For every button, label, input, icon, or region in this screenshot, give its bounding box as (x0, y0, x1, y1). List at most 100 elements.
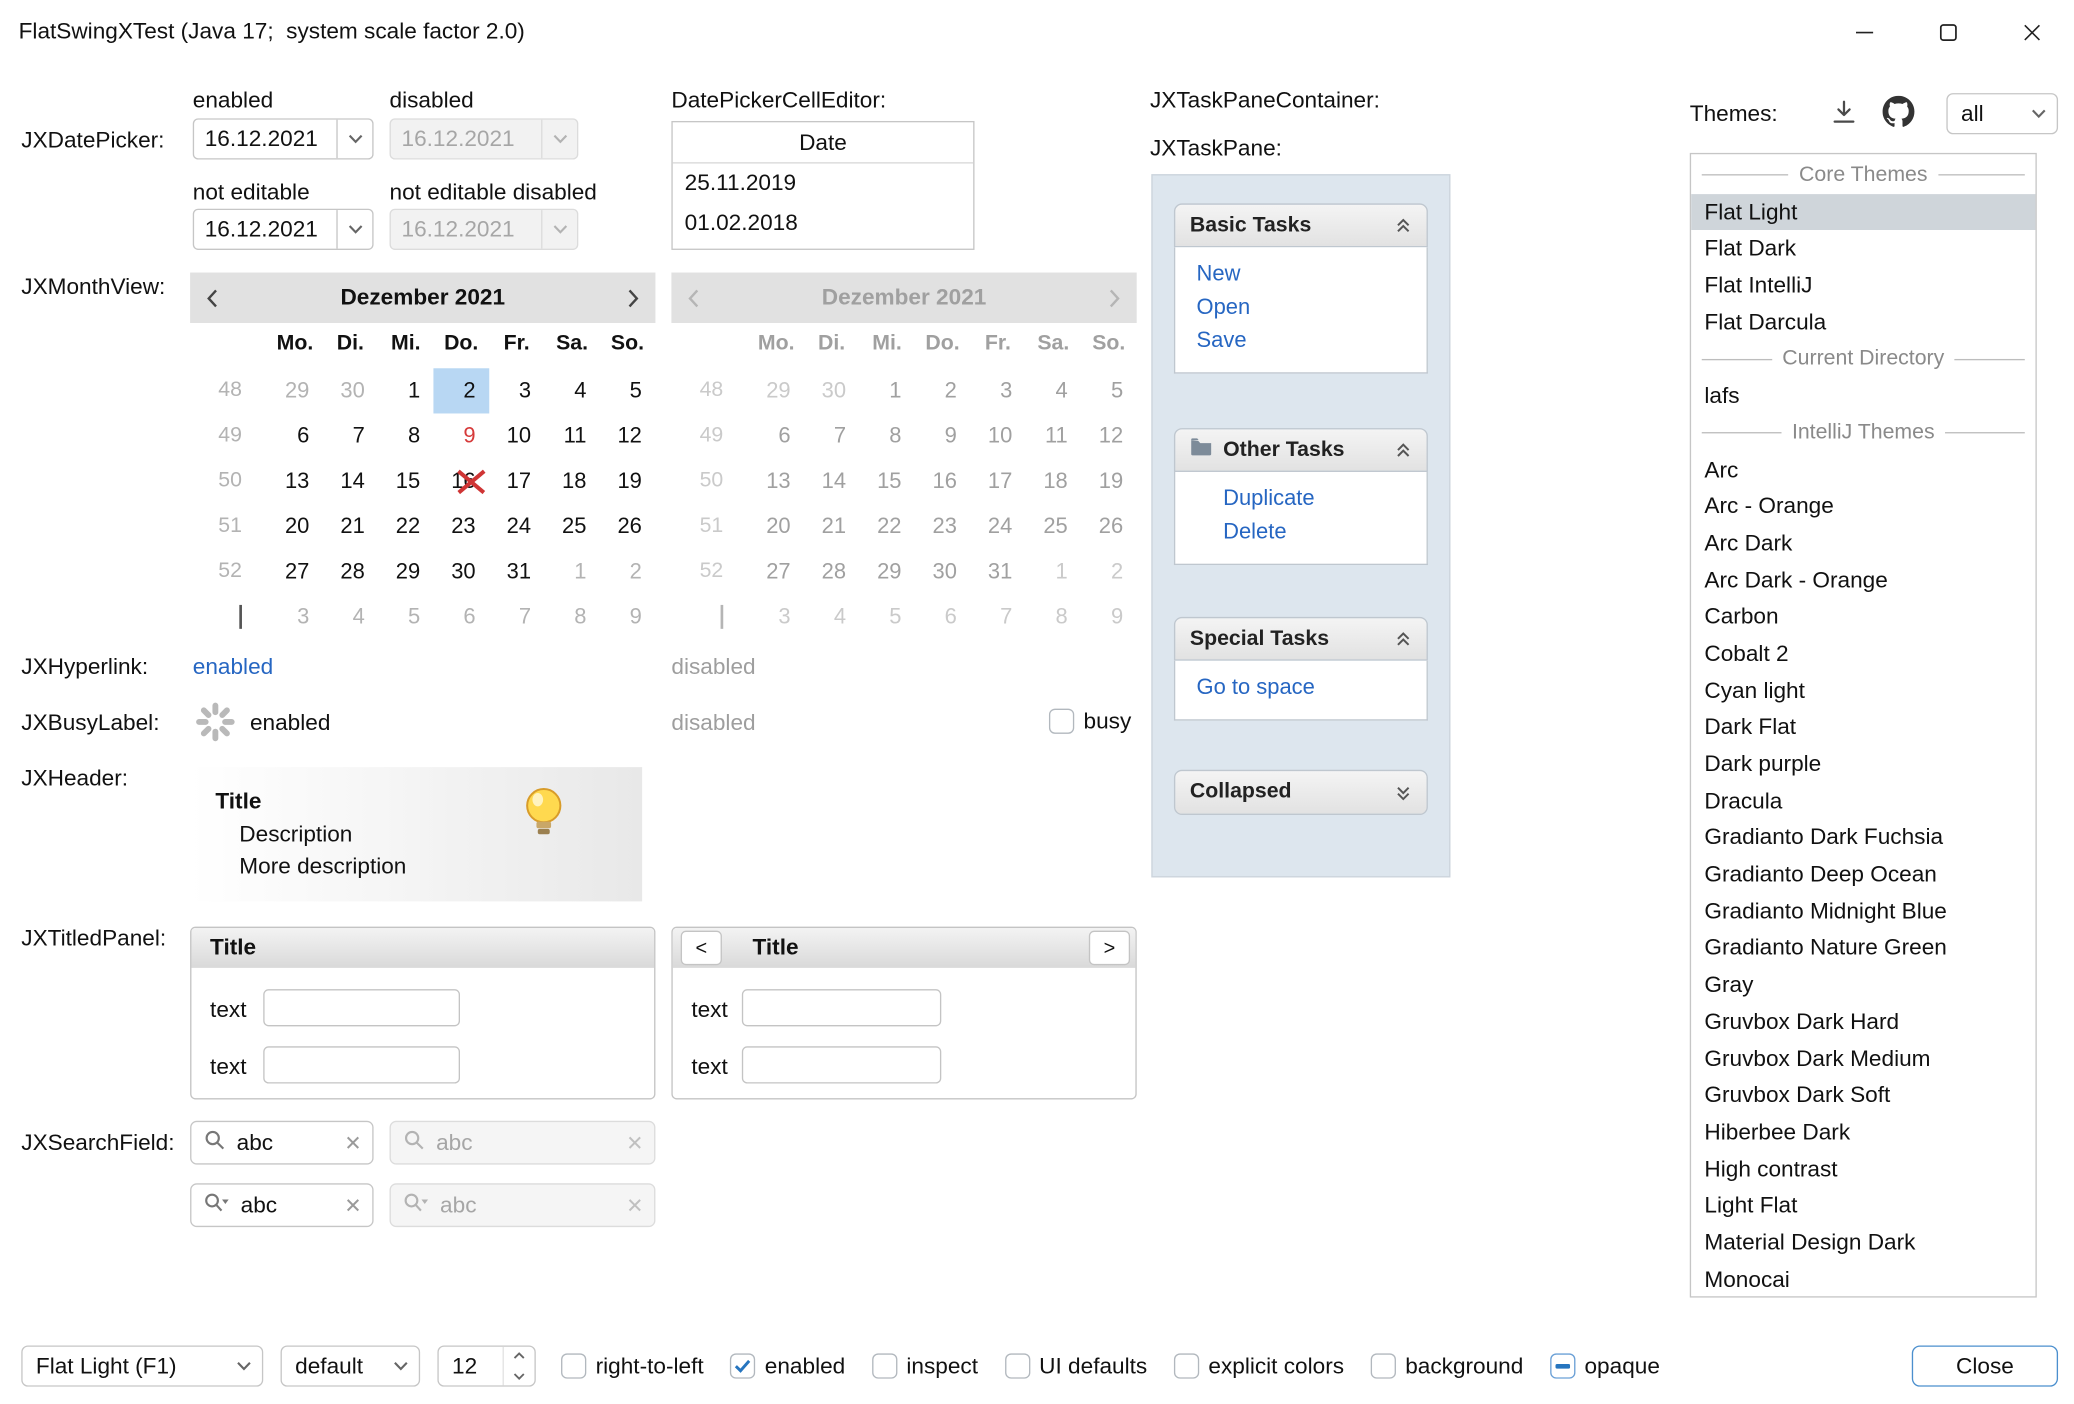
calendar-day[interactable]: 13 (267, 459, 322, 504)
calendar-day[interactable]: 26 (600, 504, 655, 549)
calendar-day[interactable]: 29 (378, 549, 433, 594)
chevron-left-icon[interactable] (206, 288, 218, 308)
theme-list-item[interactable]: Light Flat (1691, 1188, 2035, 1225)
font-size-spinner[interactable]: 12 (437, 1345, 535, 1386)
calendar-day[interactable]: 23 (433, 504, 488, 549)
theme-list-item[interactable]: Dracula (1691, 783, 2035, 820)
calendar-day[interactable]: 6 (267, 413, 322, 458)
theme-list-item[interactable]: Dark Flat (1691, 709, 2035, 746)
hyperlink-enabled[interactable]: enabled (193, 654, 273, 681)
search-field[interactable]: abc (190, 1121, 373, 1165)
theme-list-item[interactable]: Cobalt 2 (1691, 635, 2035, 672)
taskpane-link[interactable]: Duplicate (1175, 483, 1426, 516)
github-icon[interactable] (1883, 96, 1915, 128)
themes-filter-combo[interactable]: all (1946, 93, 2058, 134)
theme-list-item[interactable]: Flat IntelliJ (1691, 267, 2035, 304)
chevron-down-icon[interactable] (336, 210, 372, 249)
calendar-day[interactable]: 30 (323, 368, 378, 413)
calendar-day[interactable]: 22 (378, 504, 433, 549)
checkbox[interactable] (561, 1353, 586, 1378)
theme-list-item[interactable]: Dark purple (1691, 746, 2035, 783)
checkbox[interactable] (1174, 1353, 1199, 1378)
theme-list-item[interactable]: Arc - Orange (1691, 488, 2035, 525)
spinner-up-icon[interactable] (504, 1347, 535, 1366)
calendar-day[interactable]: 27 (267, 549, 322, 594)
checkbox[interactable] (730, 1353, 755, 1378)
minimize-icon[interactable] (1823, 0, 1907, 64)
calendar-day[interactable]: 3 (267, 594, 322, 639)
spinner-down-icon[interactable] (504, 1366, 535, 1385)
text-input[interactable] (263, 1046, 460, 1083)
theme-list-item[interactable]: Gruvbox Dark Soft (1691, 1077, 2035, 1114)
clear-icon[interactable] (346, 1129, 361, 1156)
datepicker-not-editable[interactable]: 16.12.2021 (193, 209, 374, 250)
theme-list-item[interactable]: Gray (1691, 967, 2035, 1004)
search-field-with-menu[interactable]: abc (190, 1183, 373, 1227)
calendar-day[interactable]: 1 (544, 549, 599, 594)
calendar-day[interactable]: 7 (489, 594, 544, 639)
theme-list-item[interactable]: Arc Dark (1691, 525, 2035, 562)
search-input[interactable]: abc (241, 1192, 335, 1219)
calendar-day[interactable]: 3 (489, 368, 544, 413)
checkbox[interactable] (1371, 1353, 1396, 1378)
calendar-day[interactable]: 12 (600, 413, 655, 458)
calendar-day[interactable]: 25 (544, 504, 599, 549)
calendar-day[interactable]: 11 (544, 413, 599, 458)
calendar-day[interactable]: 14 (323, 459, 378, 504)
theme-list-item[interactable]: Cyan light (1691, 672, 2035, 709)
calendar-day[interactable]: 4 (544, 368, 599, 413)
calendar-day[interactable]: 1 (378, 368, 433, 413)
checkbox[interactable] (1049, 709, 1074, 734)
table-row[interactable]: 01.02.2018 (673, 203, 973, 243)
clear-icon[interactable] (346, 1192, 361, 1219)
theme-list-item[interactable]: Flat Darcula (1691, 304, 2035, 341)
calendar-day[interactable]: 2 (600, 549, 655, 594)
left-arrow-button[interactable]: < (681, 931, 722, 966)
theme-list-item[interactable]: lafs (1691, 378, 2035, 415)
taskpane-header[interactable]: Special Tasks (1174, 617, 1428, 661)
text-input[interactable] (263, 989, 460, 1026)
style-combo[interactable]: default (281, 1345, 421, 1386)
laf-combo[interactable]: Flat Light (F1) (21, 1345, 263, 1386)
taskpane-header[interactable]: Basic Tasks (1174, 203, 1428, 247)
calendar-day[interactable]: 8 (378, 413, 433, 458)
calendar-day[interactable]: 28 (323, 549, 378, 594)
theme-list-item[interactable]: Gruvbox Dark Medium (1691, 1040, 2035, 1077)
calendar-day[interactable]: 29 (267, 368, 322, 413)
theme-list-item[interactable]: Monocai (1691, 1261, 2035, 1297)
theme-list-item[interactable]: Gradianto Nature Green (1691, 930, 2035, 967)
download-icon[interactable] (1829, 97, 1858, 126)
calendar-day[interactable]: 30 (433, 549, 488, 594)
calendar-day[interactable]: 8 (544, 594, 599, 639)
right-arrow-button[interactable]: > (1089, 931, 1130, 966)
calendar-day[interactable]: 2 (433, 368, 488, 413)
chevrons-up-icon[interactable] (1395, 630, 1412, 647)
calendar-day[interactable]: 19 (600, 459, 655, 504)
theme-list-item[interactable]: Gradianto Midnight Blue (1691, 893, 2035, 930)
theme-list-item[interactable]: Flat Dark (1691, 230, 2035, 267)
calendar-day[interactable]: 5 (600, 368, 655, 413)
close-button[interactable]: Close (1912, 1345, 2058, 1386)
theme-list-item[interactable]: Gruvbox Dark Hard (1691, 1004, 2035, 1041)
datepicker-enabled[interactable]: 16.12.2021 (193, 118, 374, 159)
text-input[interactable] (742, 1046, 941, 1083)
calendar-day[interactable]: 9 (600, 594, 655, 639)
calendar-day[interactable]: 16 (433, 459, 488, 504)
calendar-day[interactable]: 7 (323, 413, 378, 458)
calendar-day[interactable]: 24 (489, 504, 544, 549)
calendar-day[interactable]: 17 (489, 459, 544, 504)
chevrons-up-icon[interactable] (1395, 441, 1412, 458)
calendar-day[interactable]: 18 (544, 459, 599, 504)
theme-list-item[interactable]: Carbon (1691, 599, 2035, 636)
checkbox[interactable] (1005, 1353, 1030, 1378)
theme-list-item[interactable]: Flat Light (1691, 194, 2035, 231)
calendar-day[interactable]: 15 (378, 459, 433, 504)
table-row[interactable]: 25.11.2019 (673, 164, 973, 204)
calendar-day[interactable]: 20 (267, 504, 322, 549)
theme-list-item[interactable]: Hiberbee Dark (1691, 1114, 2035, 1151)
taskpane-link[interactable]: New (1175, 258, 1426, 291)
checkbox[interactable] (872, 1353, 897, 1378)
chevrons-down-icon[interactable] (1395, 784, 1412, 801)
calendar-day[interactable]: 31 (489, 549, 544, 594)
theme-list-item[interactable]: Gradianto Deep Ocean (1691, 856, 2035, 893)
